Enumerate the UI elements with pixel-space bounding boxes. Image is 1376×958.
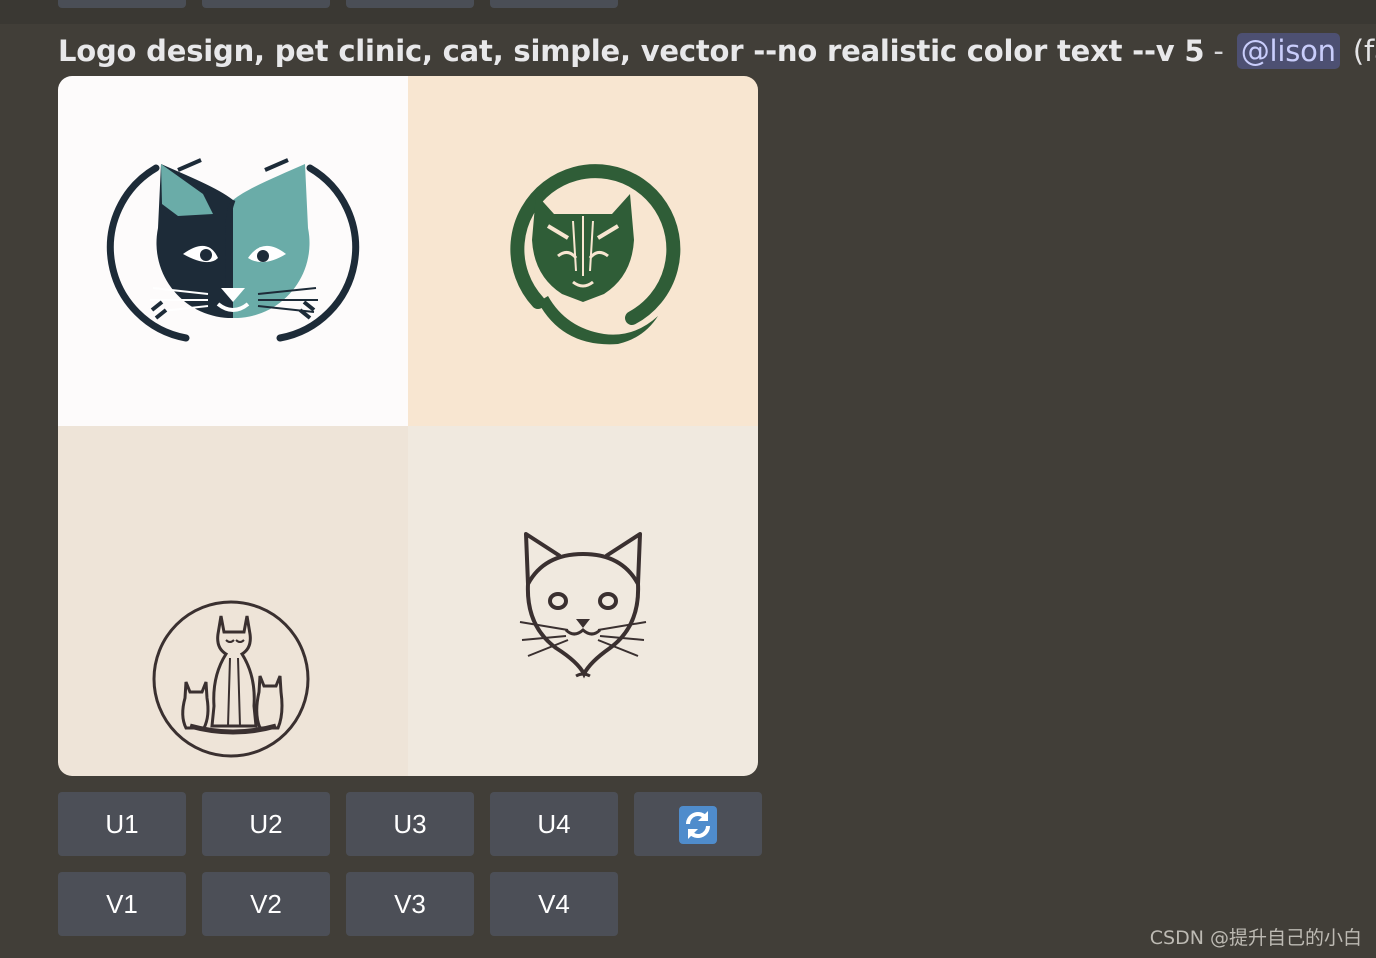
- watermark: CSDN @提升自己的小白: [1149, 927, 1362, 949]
- cat-family-circle-logo: [152, 600, 310, 758]
- speed-label: (fast): [1352, 34, 1376, 68]
- image-tile-2: [408, 76, 758, 426]
- upscale-button-3[interactable]: U3: [346, 792, 474, 856]
- message-header: Logo design, pet clinic, cat, simple, ve…: [58, 30, 1376, 72]
- line-cat-face-logo: [519, 532, 647, 679]
- image-tile-4: [408, 426, 758, 776]
- separator: -: [1213, 34, 1224, 68]
- teal-cat-face-logo: [106, 158, 360, 342]
- upscale-button-2[interactable]: U2: [202, 792, 330, 856]
- upscale-button-4[interactable]: U4: [490, 792, 618, 856]
- image-tile-1: [58, 76, 408, 426]
- user-mention[interactable]: @lison: [1236, 33, 1340, 69]
- upscale-button-1[interactable]: U1: [58, 792, 186, 856]
- variation-button-4[interactable]: V4: [490, 872, 618, 936]
- generated-image-grid[interactable]: [58, 76, 758, 776]
- image-tile-3: [58, 426, 408, 776]
- previous-button-edge[interactable]: [346, 0, 474, 8]
- arrows-counterclockwise-icon: [679, 806, 717, 844]
- variation-button-2[interactable]: V2: [202, 872, 330, 936]
- previous-button-edge[interactable]: [202, 0, 330, 8]
- previous-message-strip: [0, 0, 1376, 24]
- variation-button-1[interactable]: V1: [58, 872, 186, 936]
- variation-button-3[interactable]: V3: [346, 872, 474, 936]
- previous-button-edge[interactable]: [58, 0, 186, 8]
- reroll-button[interactable]: [634, 792, 762, 856]
- green-circle-cat-logo: [510, 164, 681, 345]
- previous-button-edge[interactable]: [490, 0, 618, 8]
- prompt-text: Logo design, pet clinic, cat, simple, ve…: [58, 34, 1205, 68]
